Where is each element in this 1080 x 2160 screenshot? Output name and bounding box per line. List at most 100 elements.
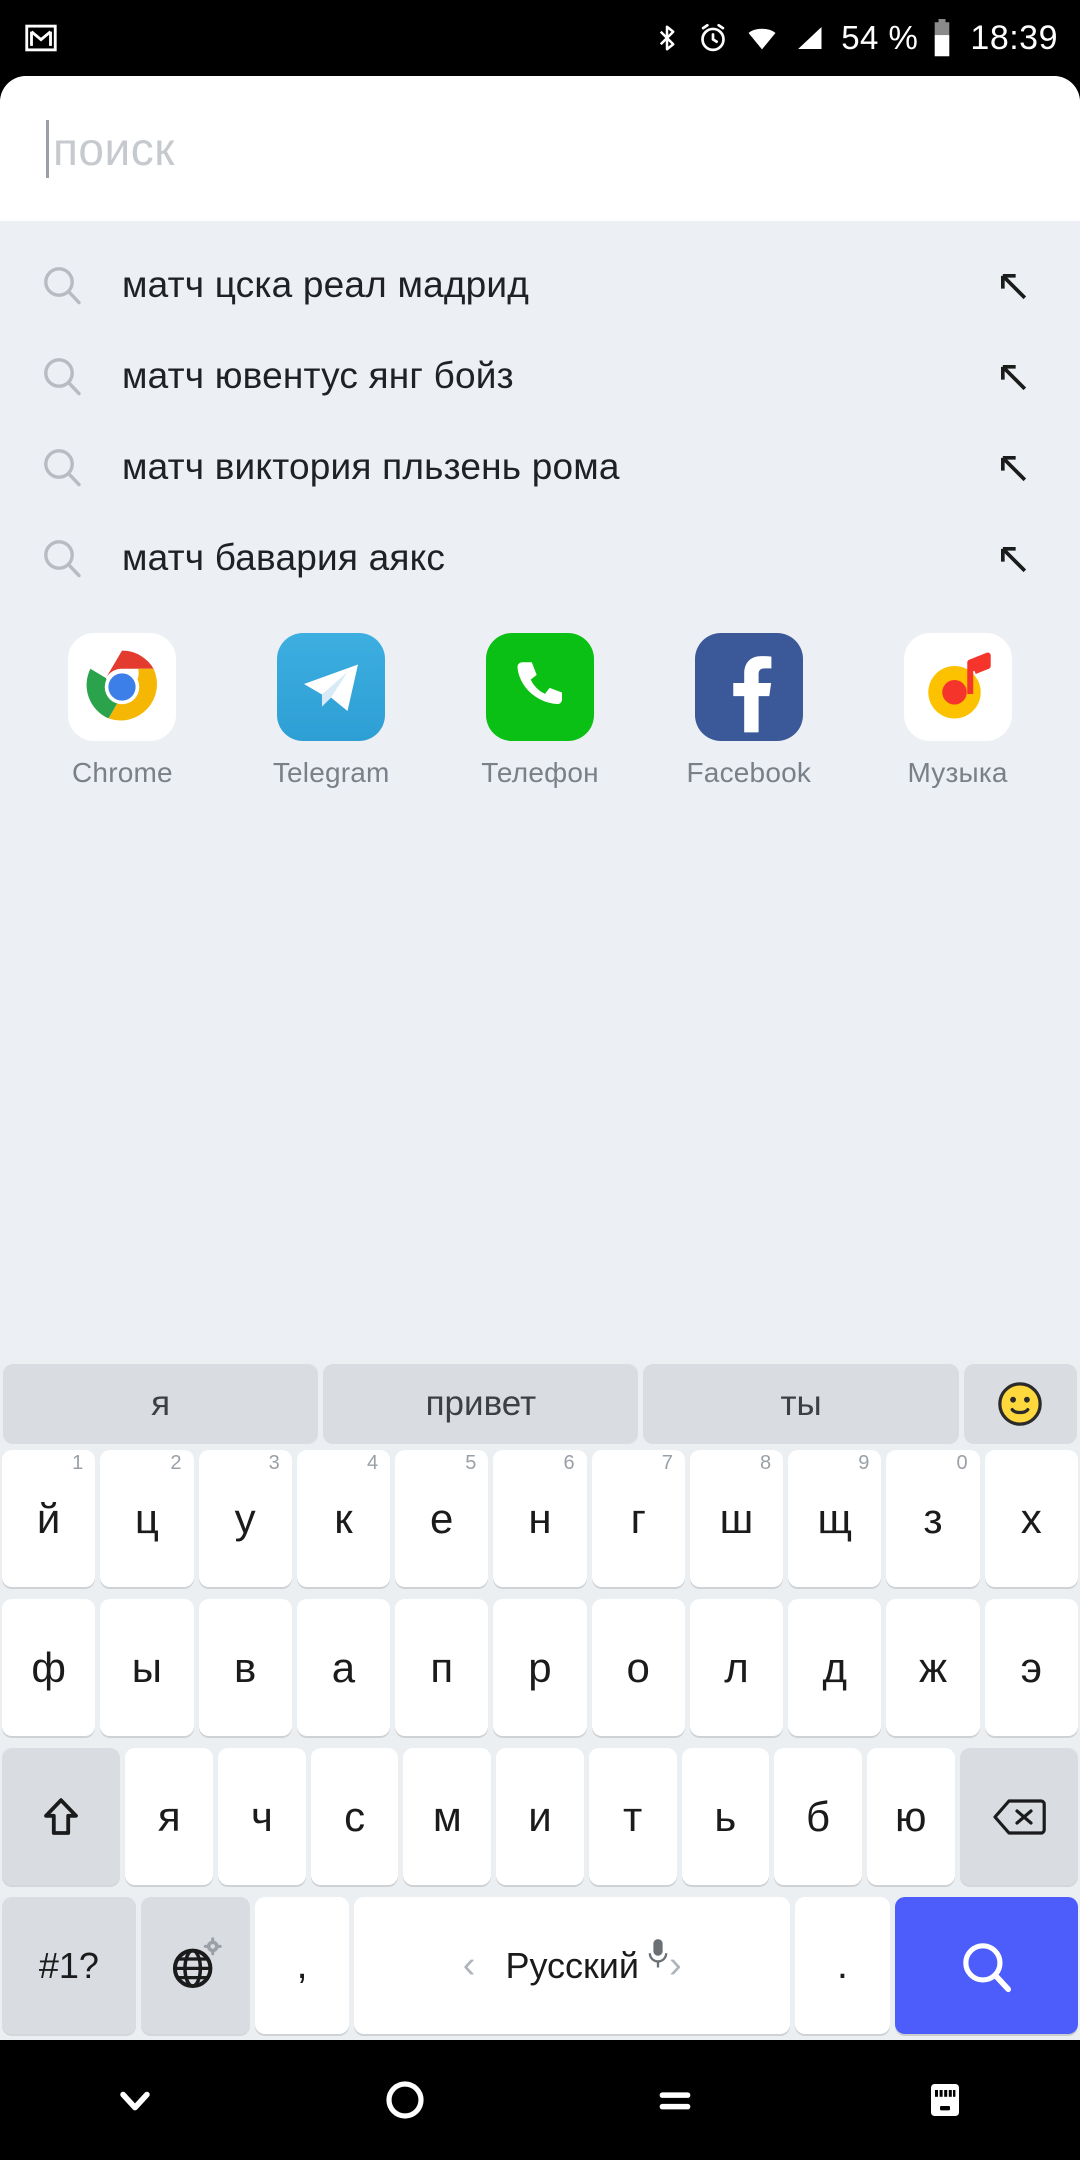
key-э[interactable]: э bbox=[984, 1599, 1078, 1736]
key-ю[interactable]: ю bbox=[866, 1748, 955, 1885]
chevron-left-icon[interactable]: ‹ bbox=[463, 1944, 476, 1987]
suggestion-label: матч цска реал мадрид bbox=[122, 263, 530, 305]
keyboard-suggestion-chip[interactable]: привет bbox=[323, 1364, 639, 1444]
gear-icon bbox=[204, 1936, 223, 1955]
text-caret bbox=[46, 119, 49, 178]
navigation-bar bbox=[0, 2040, 1080, 2160]
suggestion-list: матч цска реал мадрид матч ювентус янг б… bbox=[0, 221, 1080, 603]
smiley-icon[interactable] bbox=[963, 1364, 1077, 1444]
key-к[interactable]: 4 к bbox=[296, 1450, 391, 1587]
suggestion-row[interactable]: матч цска реал мадрид bbox=[0, 239, 1080, 330]
key-р[interactable]: р bbox=[493, 1599, 587, 1736]
key-щ[interactable]: 9 щ bbox=[788, 1450, 882, 1587]
key-number-hint: 6 bbox=[563, 1452, 575, 1474]
suggestion-row[interactable]: матч ювентус янг бойз bbox=[0, 330, 1080, 421]
key-й[interactable]: 1 й bbox=[2, 1450, 96, 1587]
alarm-icon bbox=[696, 21, 730, 55]
microphone-icon[interactable] bbox=[647, 1937, 669, 1979]
key-label: г bbox=[630, 1494, 646, 1542]
key-и[interactable]: и bbox=[496, 1748, 584, 1885]
key-number-hint: 8 bbox=[760, 1452, 772, 1474]
suggestion-row[interactable]: матч виктория пльзень рома bbox=[0, 421, 1080, 512]
key-а[interactable]: а bbox=[296, 1599, 391, 1736]
circle-home-icon[interactable] bbox=[270, 2076, 540, 2124]
key-п[interactable]: п bbox=[395, 1599, 489, 1736]
app-shortcut-music[interactable]: Музыка bbox=[853, 633, 1062, 789]
soft-keyboard: я привет ты 1 й 2 ц 3 у 4 к 5 е 6 н 7 г … bbox=[0, 1360, 1080, 2040]
key-з[interactable]: 0 з bbox=[886, 1450, 980, 1587]
key-г[interactable]: 7 г bbox=[591, 1450, 685, 1587]
key-ц[interactable]: 2 ц bbox=[100, 1450, 194, 1587]
recents-icon[interactable] bbox=[540, 2077, 810, 2123]
key-ш[interactable]: 8 ш bbox=[689, 1450, 784, 1587]
comma-key[interactable]: , bbox=[254, 1897, 350, 2034]
app-shortcut-facebook[interactable]: Facebook bbox=[644, 633, 853, 789]
app-label: Chrome bbox=[72, 757, 173, 788]
arrow-up-left-icon[interactable] bbox=[982, 445, 1042, 489]
search-input[interactable]: поиск bbox=[0, 76, 1080, 221]
battery-icon bbox=[932, 19, 952, 57]
cellular-signal-icon bbox=[794, 21, 827, 55]
key-number-hint: 3 bbox=[268, 1452, 280, 1474]
keyboard-row-2: ф ы в а п р о л д ж э bbox=[0, 1593, 1080, 1742]
key-о[interactable]: о bbox=[591, 1599, 685, 1736]
key-в[interactable]: в bbox=[198, 1599, 292, 1736]
arrow-up-left-icon[interactable] bbox=[982, 354, 1042, 398]
search-icon bbox=[38, 352, 100, 400]
symbols-key[interactable]: #1? bbox=[2, 1897, 136, 2034]
key-number-hint: 9 bbox=[858, 1452, 870, 1474]
key-label: к bbox=[334, 1494, 353, 1542]
key-х[interactable]: х bbox=[984, 1450, 1078, 1587]
key-я[interactable]: я bbox=[125, 1748, 214, 1885]
key-number-hint: 5 bbox=[465, 1452, 477, 1474]
app-label: Telegram bbox=[272, 757, 390, 788]
arrow-up-left-icon[interactable] bbox=[982, 536, 1042, 580]
key-т[interactable]: т bbox=[588, 1748, 677, 1885]
chevron-down-icon[interactable] bbox=[0, 2074, 270, 2126]
shift-up-icon[interactable] bbox=[2, 1748, 121, 1885]
app-label: Facebook bbox=[686, 757, 812, 788]
search-icon bbox=[38, 443, 100, 491]
keyboard-suggestion-chip[interactable]: я bbox=[3, 1364, 319, 1444]
key-н[interactable]: 6 н bbox=[493, 1450, 587, 1587]
key-ы[interactable]: ы bbox=[100, 1599, 194, 1736]
key-label: й bbox=[36, 1494, 61, 1542]
app-shortcut-chrome[interactable]: Chrome bbox=[18, 633, 227, 789]
key-label: х bbox=[1020, 1494, 1042, 1542]
key-е[interactable]: 5 е bbox=[395, 1450, 489, 1587]
status-bar-clock: 18:39 bbox=[970, 18, 1058, 57]
key-label: е bbox=[430, 1494, 454, 1542]
keyboard-icon[interactable] bbox=[810, 2076, 1080, 2124]
key-ж[interactable]: ж bbox=[886, 1599, 980, 1736]
facebook-icon bbox=[694, 633, 803, 741]
bluetooth-icon bbox=[652, 21, 682, 55]
keyboard-suggestion-strip: я привет ты bbox=[0, 1360, 1080, 1444]
backspace-icon[interactable] bbox=[959, 1748, 1078, 1885]
suggestion-label: матч ювентус янг бойз bbox=[122, 354, 514, 396]
key-ч[interactable]: ч bbox=[218, 1748, 306, 1885]
key-label: щ bbox=[817, 1494, 853, 1542]
key-ь[interactable]: ь bbox=[681, 1748, 770, 1885]
arrow-up-left-icon[interactable] bbox=[982, 263, 1042, 307]
key-м[interactable]: м bbox=[403, 1748, 492, 1885]
period-key[interactable]: . bbox=[795, 1897, 890, 2034]
search-submit-key[interactable] bbox=[894, 1897, 1078, 2034]
chevron-right-icon[interactable]: › bbox=[669, 1944, 682, 1987]
globe-icon[interactable] bbox=[140, 1897, 250, 2034]
key-д[interactable]: д bbox=[788, 1599, 882, 1736]
key-ф[interactable]: ф bbox=[2, 1599, 96, 1736]
search-icon bbox=[38, 261, 100, 309]
key-label: з bbox=[923, 1494, 943, 1542]
key-у[interactable]: 3 у bbox=[198, 1450, 292, 1587]
suggestion-label: матч бавария аякс bbox=[122, 536, 446, 578]
key-с[interactable]: с bbox=[310, 1748, 399, 1885]
space-key[interactable]: ‹ Русский › bbox=[354, 1897, 791, 2034]
key-б[interactable]: б bbox=[774, 1748, 862, 1885]
app-shortcut-telegram[interactable]: Telegram bbox=[227, 633, 436, 789]
key-л[interactable]: л bbox=[689, 1599, 784, 1736]
chrome-icon bbox=[68, 633, 177, 741]
key-label: ц bbox=[134, 1494, 159, 1542]
app-shortcut-phone[interactable]: Телефон bbox=[436, 633, 645, 789]
keyboard-suggestion-chip[interactable]: ты bbox=[643, 1364, 959, 1444]
suggestion-row[interactable]: матч бавария аякс bbox=[0, 512, 1080, 603]
